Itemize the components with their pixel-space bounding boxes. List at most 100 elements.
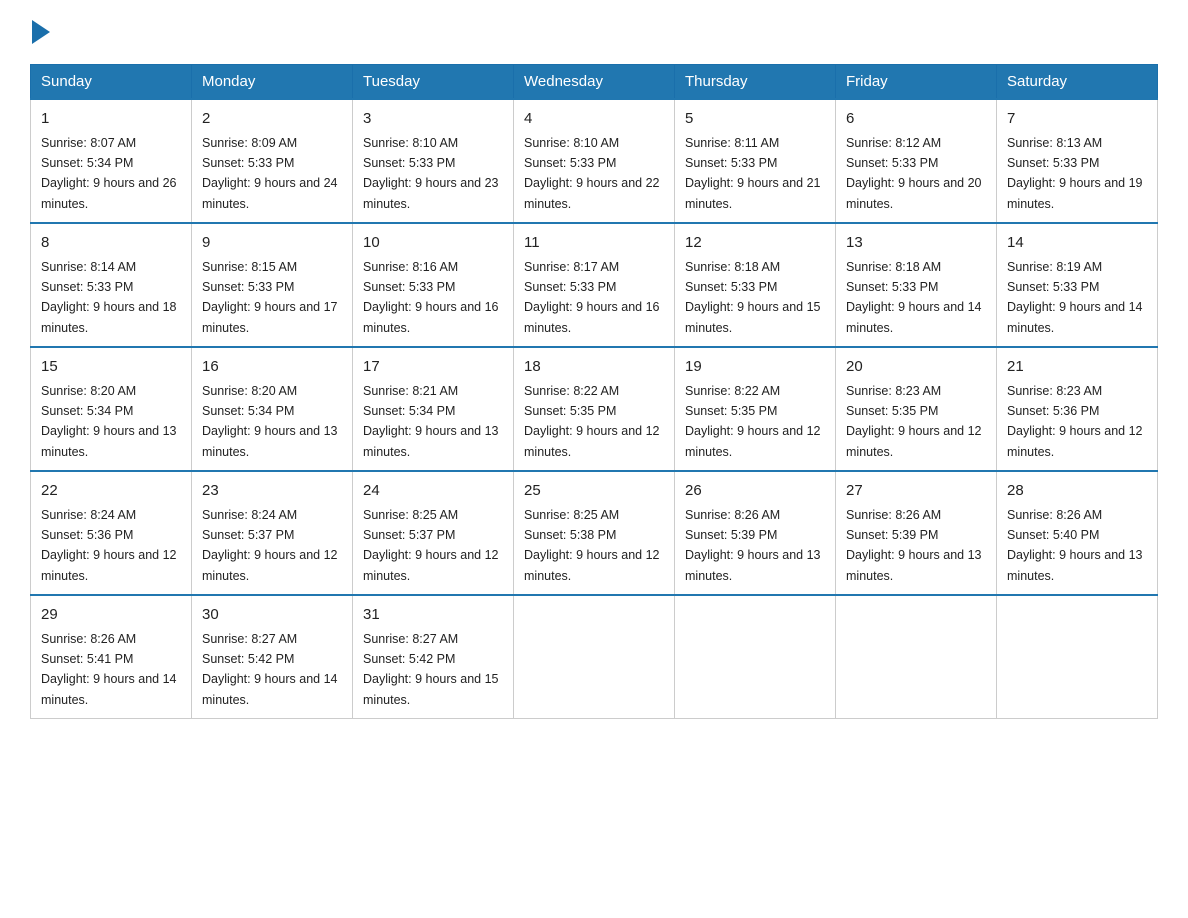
day-info: Sunrise: 8:21 AMSunset: 5:34 PMDaylight:… <box>363 384 499 459</box>
header-day-sunday: Sunday <box>31 65 192 100</box>
calendar-cell: 7 Sunrise: 8:13 AMSunset: 5:33 PMDaylight… <box>997 99 1158 223</box>
day-number: 10 <box>363 232 503 255</box>
header-day-wednesday: Wednesday <box>514 65 675 100</box>
day-info: Sunrise: 8:09 AMSunset: 5:33 PMDaylight:… <box>202 136 338 211</box>
day-info: Sunrise: 8:25 AMSunset: 5:37 PMDaylight:… <box>363 508 499 583</box>
calendar-cell: 11 Sunrise: 8:17 AMSunset: 5:33 PMDayligh… <box>514 223 675 347</box>
header-day-monday: Monday <box>192 65 353 100</box>
calendar-cell: 5 Sunrise: 8:11 AMSunset: 5:33 PMDaylight… <box>675 99 836 223</box>
day-number: 3 <box>363 108 503 131</box>
day-number: 14 <box>1007 232 1147 255</box>
calendar-cell: 16 Sunrise: 8:20 AMSunset: 5:34 PMDayligh… <box>192 347 353 471</box>
day-number: 17 <box>363 356 503 379</box>
day-info: Sunrise: 8:26 AMSunset: 5:40 PMDaylight:… <box>1007 508 1143 583</box>
day-info: Sunrise: 8:12 AMSunset: 5:33 PMDaylight:… <box>846 136 982 211</box>
calendar-cell: 14 Sunrise: 8:19 AMSunset: 5:33 PMDayligh… <box>997 223 1158 347</box>
day-info: Sunrise: 8:27 AMSunset: 5:42 PMDaylight:… <box>363 632 499 707</box>
day-info: Sunrise: 8:26 AMSunset: 5:39 PMDaylight:… <box>846 508 982 583</box>
calendar-cell: 2Sunrise: 8:09 AMSunset: 5:33 PMDaylight… <box>192 99 353 223</box>
day-info: Sunrise: 8:13 AMSunset: 5:33 PMDaylight:… <box>1007 136 1143 211</box>
day-info: Sunrise: 8:18 AMSunset: 5:33 PMDaylight:… <box>846 260 982 335</box>
calendar-cell: 6 Sunrise: 8:12 AMSunset: 5:33 PMDaylight… <box>836 99 997 223</box>
header-day-thursday: Thursday <box>675 65 836 100</box>
logo-arrow-icon <box>32 20 50 44</box>
day-number: 31 <box>363 604 503 627</box>
day-info: Sunrise: 8:27 AMSunset: 5:42 PMDaylight:… <box>202 632 338 707</box>
calendar-week-row: 22 Sunrise: 8:24 AMSunset: 5:36 PMDayligh… <box>31 471 1158 595</box>
day-info: Sunrise: 8:20 AMSunset: 5:34 PMDaylight:… <box>202 384 338 459</box>
logo <box>30 20 52 44</box>
header-day-saturday: Saturday <box>997 65 1158 100</box>
calendar-cell: 9Sunrise: 8:15 AMSunset: 5:33 PMDaylight… <box>192 223 353 347</box>
day-number: 5 <box>685 108 825 131</box>
day-number: 29 <box>41 604 181 627</box>
header-day-tuesday: Tuesday <box>353 65 514 100</box>
day-number: 27 <box>846 480 986 503</box>
calendar-week-row: 1 Sunrise: 8:07 AMSunset: 5:34 PMDaylight… <box>31 99 1158 223</box>
calendar-cell: 12Sunrise: 8:18 AMSunset: 5:33 PMDayligh… <box>675 223 836 347</box>
calendar-cell: 15 Sunrise: 8:20 AMSunset: 5:34 PMDayligh… <box>31 347 192 471</box>
calendar-cell: 4 Sunrise: 8:10 AMSunset: 5:33 PMDaylight… <box>514 99 675 223</box>
calendar-cell: 20 Sunrise: 8:23 AMSunset: 5:35 PMDayligh… <box>836 347 997 471</box>
day-number: 30 <box>202 604 342 627</box>
day-number: 21 <box>1007 356 1147 379</box>
calendar-cell: 23 Sunrise: 8:24 AMSunset: 5:37 PMDayligh… <box>192 471 353 595</box>
calendar-cell: 17 Sunrise: 8:21 AMSunset: 5:34 PMDayligh… <box>353 347 514 471</box>
calendar-cell: 13 Sunrise: 8:18 AMSunset: 5:33 PMDayligh… <box>836 223 997 347</box>
calendar-cell: 27 Sunrise: 8:26 AMSunset: 5:39 PMDayligh… <box>836 471 997 595</box>
day-info: Sunrise: 8:24 AMSunset: 5:36 PMDaylight:… <box>41 508 177 583</box>
calendar-cell: 10 Sunrise: 8:16 AMSunset: 5:33 PMDayligh… <box>353 223 514 347</box>
day-info: Sunrise: 8:23 AMSunset: 5:36 PMDaylight:… <box>1007 384 1143 459</box>
day-number: 1 <box>41 108 181 131</box>
day-number: 9 <box>202 232 342 255</box>
calendar-cell: 18 Sunrise: 8:22 AMSunset: 5:35 PMDayligh… <box>514 347 675 471</box>
day-number: 15 <box>41 356 181 379</box>
calendar-cell <box>997 595 1158 719</box>
day-info: Sunrise: 8:19 AMSunset: 5:33 PMDaylight:… <box>1007 260 1143 335</box>
day-number: 7 <box>1007 108 1147 131</box>
day-number: 13 <box>846 232 986 255</box>
day-number: 22 <box>41 480 181 503</box>
calendar-cell <box>836 595 997 719</box>
day-number: 23 <box>202 480 342 503</box>
day-info: Sunrise: 8:23 AMSunset: 5:35 PMDaylight:… <box>846 384 982 459</box>
calendar-cell: 25Sunrise: 8:25 AMSunset: 5:38 PMDayligh… <box>514 471 675 595</box>
calendar-cell: 31 Sunrise: 8:27 AMSunset: 5:42 PMDayligh… <box>353 595 514 719</box>
calendar-cell <box>675 595 836 719</box>
day-info: Sunrise: 8:07 AMSunset: 5:34 PMDaylight:… <box>41 136 177 211</box>
calendar-cell: 1 Sunrise: 8:07 AMSunset: 5:34 PMDaylight… <box>31 99 192 223</box>
day-number: 4 <box>524 108 664 131</box>
calendar-cell <box>514 595 675 719</box>
day-number: 12 <box>685 232 825 255</box>
calendar-week-row: 8Sunrise: 8:14 AMSunset: 5:33 PMDaylight… <box>31 223 1158 347</box>
day-info: Sunrise: 8:16 AMSunset: 5:33 PMDaylight:… <box>363 260 499 335</box>
calendar-header-row: SundayMondayTuesdayWednesdayThursdayFrid… <box>31 65 1158 100</box>
day-number: 28 <box>1007 480 1147 503</box>
day-number: 20 <box>846 356 986 379</box>
day-info: Sunrise: 8:10 AMSunset: 5:33 PMDaylight:… <box>363 136 499 211</box>
day-number: 18 <box>524 356 664 379</box>
calendar-cell: 24 Sunrise: 8:25 AMSunset: 5:37 PMDayligh… <box>353 471 514 595</box>
header-day-friday: Friday <box>836 65 997 100</box>
calendar-cell: 19Sunrise: 8:22 AMSunset: 5:35 PMDayligh… <box>675 347 836 471</box>
day-info: Sunrise: 8:11 AMSunset: 5:33 PMDaylight:… <box>685 136 821 211</box>
day-info: Sunrise: 8:26 AMSunset: 5:39 PMDaylight:… <box>685 508 821 583</box>
day-info: Sunrise: 8:26 AMSunset: 5:41 PMDaylight:… <box>41 632 177 707</box>
day-number: 8 <box>41 232 181 255</box>
day-info: Sunrise: 8:17 AMSunset: 5:33 PMDaylight:… <box>524 260 660 335</box>
day-info: Sunrise: 8:20 AMSunset: 5:34 PMDaylight:… <box>41 384 177 459</box>
calendar-table: SundayMondayTuesdayWednesdayThursdayFrid… <box>30 64 1158 719</box>
calendar-cell: 8Sunrise: 8:14 AMSunset: 5:33 PMDaylight… <box>31 223 192 347</box>
day-number: 11 <box>524 232 664 255</box>
calendar-cell: 26 Sunrise: 8:26 AMSunset: 5:39 PMDayligh… <box>675 471 836 595</box>
calendar-cell: 22 Sunrise: 8:24 AMSunset: 5:36 PMDayligh… <box>31 471 192 595</box>
calendar-cell: 28 Sunrise: 8:26 AMSunset: 5:40 PMDayligh… <box>997 471 1158 595</box>
day-info: Sunrise: 8:22 AMSunset: 5:35 PMDaylight:… <box>524 384 660 459</box>
day-number: 24 <box>363 480 503 503</box>
day-number: 26 <box>685 480 825 503</box>
day-info: Sunrise: 8:24 AMSunset: 5:37 PMDaylight:… <box>202 508 338 583</box>
day-number: 16 <box>202 356 342 379</box>
day-number: 6 <box>846 108 986 131</box>
calendar-body: 1 Sunrise: 8:07 AMSunset: 5:34 PMDaylight… <box>31 99 1158 719</box>
day-info: Sunrise: 8:10 AMSunset: 5:33 PMDaylight:… <box>524 136 660 211</box>
